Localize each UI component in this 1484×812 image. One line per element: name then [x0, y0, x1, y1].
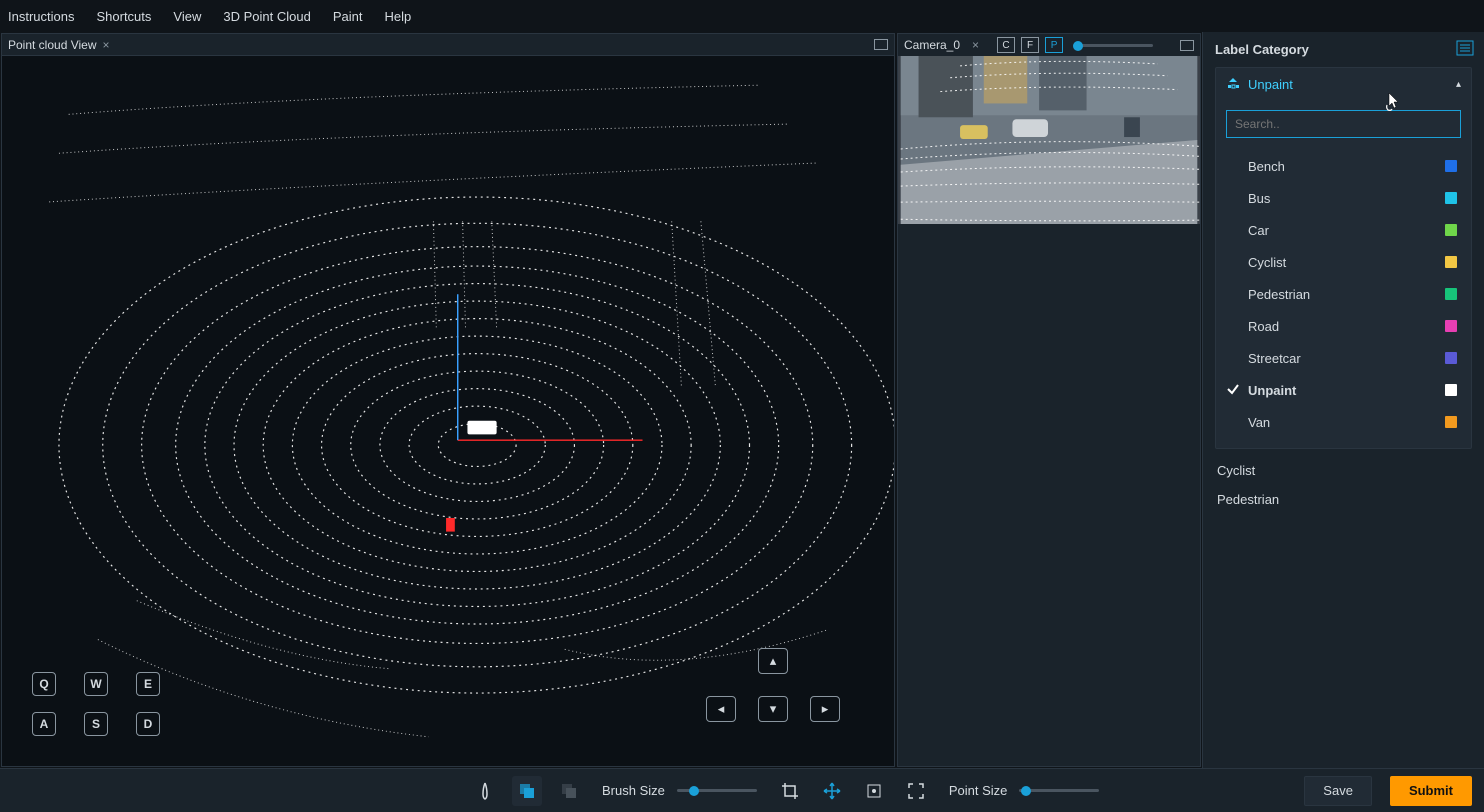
swatch-car [1445, 224, 1457, 236]
key-a[interactable]: A [32, 712, 56, 736]
focus-tool-icon[interactable] [859, 776, 889, 806]
dropdown-selected-label: Unpaint [1248, 77, 1293, 92]
swatch-van [1445, 416, 1457, 428]
camera-window-icon[interactable] [1180, 40, 1194, 51]
submit-button[interactable]: Submit [1390, 776, 1472, 806]
key-q[interactable]: Q [32, 672, 56, 696]
swatch-bus [1445, 192, 1457, 204]
category-item-road[interactable]: Road [1226, 310, 1461, 342]
menu-3d-point-cloud[interactable]: 3D Point Cloud [223, 9, 310, 24]
sidebar-title: Label Category [1215, 42, 1472, 57]
category-item-unpaint[interactable]: Unpaint [1226, 374, 1461, 406]
category-item-streetcar[interactable]: Streetcar [1226, 342, 1461, 374]
key-d[interactable]: D [136, 712, 160, 736]
camera-c-button[interactable]: C [997, 37, 1015, 53]
nav-left-button[interactable]: ◂ [706, 696, 736, 722]
nav-down-button[interactable]: ▾ [758, 696, 788, 722]
unpaint-icon [1226, 77, 1240, 91]
camera-tabbar: Camera_0 × C F P [898, 34, 1200, 56]
brush-size-slider[interactable] [677, 789, 757, 792]
layers-tool-icon[interactable] [554, 776, 584, 806]
point-size-label: Point Size [949, 783, 1008, 798]
category-item-cyclist[interactable]: Cyclist [1226, 246, 1461, 278]
point-cloud-view-panel: Point cloud View × [1, 33, 895, 767]
pcv-window-icon[interactable] [874, 39, 888, 50]
nav-right-button[interactable]: ▸ [810, 696, 840, 722]
nav-keys-row2: A S D [32, 712, 180, 736]
menubar: Instructions Shortcuts View 3D Point Clo… [0, 0, 1484, 32]
category-search-input[interactable] [1226, 110, 1461, 138]
category-list: Bench Bus Car Cyclist Pedestrian Road St… [1226, 150, 1461, 438]
sidebar-list-toggle-icon[interactable] [1456, 40, 1474, 56]
camera-image-content [898, 56, 1200, 224]
nav-keys-row1: Q W E [32, 672, 180, 696]
polygon-tool-icon[interactable] [512, 776, 542, 806]
nav-pad: ▴ ◂ ▾ ▸ [706, 648, 854, 736]
crop-tool-icon[interactable] [775, 776, 805, 806]
camera-image[interactable] [898, 56, 1200, 224]
camera-panel: Camera_0 × C F P [897, 33, 1201, 767]
point-size-slider[interactable] [1019, 789, 1099, 792]
move-tool-icon[interactable] [817, 776, 847, 806]
brush-size-label: Brush Size [602, 783, 665, 798]
menu-paint[interactable]: Paint [333, 9, 363, 24]
swatch-road [1445, 320, 1457, 332]
label-category-sidebar: Label Category Unpaint ▴ Bench Bus Car [1202, 32, 1484, 768]
pcv-tab-label: Point cloud View [8, 38, 97, 52]
menu-help[interactable]: Help [384, 9, 411, 24]
category-item-van[interactable]: Van [1226, 406, 1461, 438]
category-dropdown: Unpaint ▴ Bench Bus Car Cyclist Pedestri… [1215, 67, 1472, 449]
sidebar-extra-list: Cyclist Pedestrian [1215, 459, 1472, 511]
menu-instructions[interactable]: Instructions [8, 9, 74, 24]
nav-up-button[interactable]: ▴ [758, 648, 788, 674]
point-cloud-canvas[interactable]: Q W E A S D ▴ ◂ ▾ ▸ [2, 56, 894, 766]
dropdown-caret-icon: ▴ [1456, 79, 1461, 90]
swatch-streetcar [1445, 352, 1457, 364]
menu-shortcuts[interactable]: Shortcuts [96, 9, 151, 24]
key-e[interactable]: E [136, 672, 160, 696]
menu-view[interactable]: View [173, 9, 201, 24]
camera-tab-close-icon[interactable]: × [972, 38, 979, 52]
category-item-pedestrian[interactable]: Pedestrian [1226, 278, 1461, 310]
swatch-cyclist [1445, 256, 1457, 268]
pcv-tabbar: Point cloud View × [2, 34, 894, 56]
pcv-tab-close-icon[interactable]: × [103, 38, 110, 52]
brush-tool-icon[interactable] [470, 776, 500, 806]
camera-f-button[interactable]: F [1021, 37, 1039, 53]
swatch-unpaint [1445, 384, 1457, 396]
category-item-bus[interactable]: Bus [1226, 182, 1461, 214]
save-button[interactable]: Save [1304, 776, 1372, 806]
category-item-car[interactable]: Car [1226, 214, 1461, 246]
bottom-toolbar: Brush Size Point Size Save Submit [0, 768, 1484, 812]
fullscreen-tool-icon[interactable] [901, 776, 931, 806]
swatch-bench [1445, 160, 1457, 172]
key-w[interactable]: W [84, 672, 108, 696]
key-s[interactable]: S [84, 712, 108, 736]
extra-item-cyclist[interactable]: Cyclist [1217, 463, 1470, 478]
category-dropdown-header[interactable]: Unpaint ▴ [1216, 68, 1471, 100]
camera-opacity-slider[interactable] [1073, 44, 1153, 47]
camera-tab-label: Camera_0 [904, 38, 960, 52]
check-icon [1226, 382, 1240, 396]
camera-p-button[interactable]: P [1045, 37, 1063, 53]
category-item-bench[interactable]: Bench [1226, 150, 1461, 182]
extra-item-pedestrian[interactable]: Pedestrian [1217, 492, 1470, 507]
swatch-pedestrian [1445, 288, 1457, 300]
